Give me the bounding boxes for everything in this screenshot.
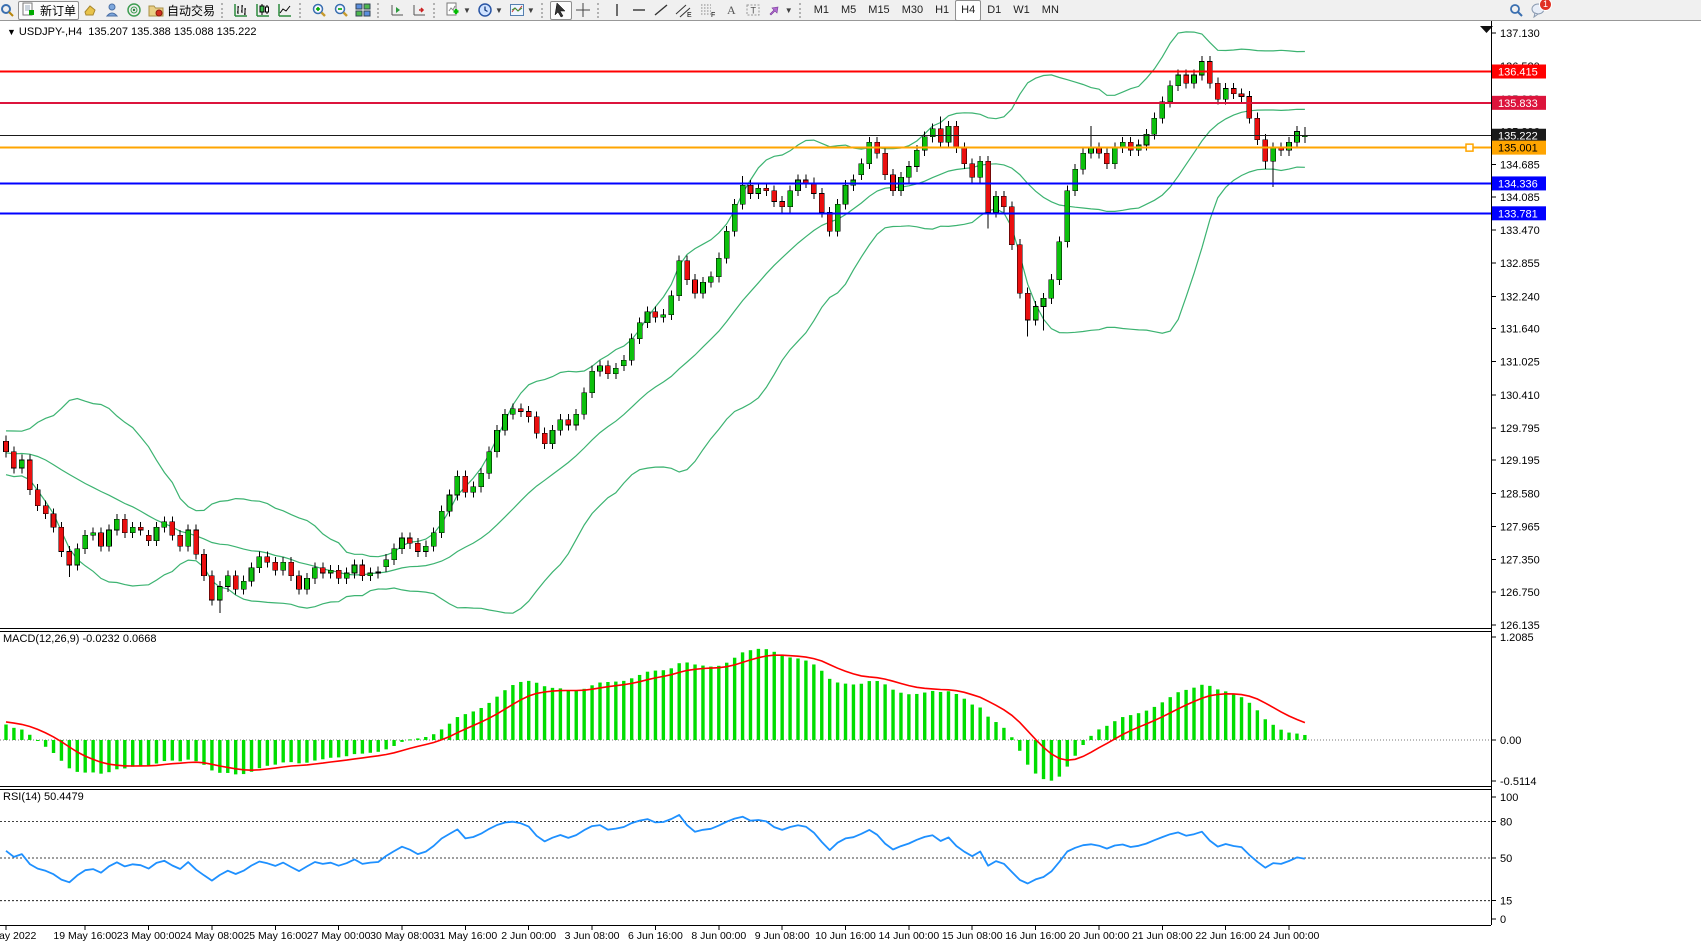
time-axis-label: 30 May 08:00 bbox=[370, 930, 434, 942]
macd-axis-label: -0.5114 bbox=[1500, 776, 1537, 788]
macd-values: -0.0232 0.0668 bbox=[82, 633, 156, 645]
price-tick-label: 132.855 bbox=[1500, 258, 1540, 270]
ohlc-values: 135.207 135.388 135.088 135.222 bbox=[88, 26, 256, 38]
time-axis-label: 24 Jun 00:00 bbox=[1259, 930, 1320, 942]
macd-name: MACD(12,26,9) bbox=[3, 633, 79, 645]
collapse-arrow-icon[interactable]: ▼ bbox=[7, 27, 16, 37]
time-axis-label: 15 Jun 08:00 bbox=[942, 930, 1003, 942]
price-tick-label: 137.130 bbox=[1500, 28, 1540, 40]
rsi-pane bbox=[0, 815, 1491, 901]
chart-surface[interactable]: 137.130136.520135.908135.296134.685134.0… bbox=[0, 0, 1701, 942]
price-tick-label: 127.350 bbox=[1500, 555, 1540, 567]
time-axis-label: 9 Jun 08:00 bbox=[755, 930, 810, 942]
candles bbox=[4, 56, 1308, 613]
macd-pane bbox=[0, 649, 1491, 781]
time-axis-label: 31 May 16:00 bbox=[434, 930, 498, 942]
rsi-value: 50.4479 bbox=[44, 791, 84, 803]
price-tick-label: 132.240 bbox=[1500, 291, 1540, 303]
time-axis[interactable]: 18 May 2022 19 May 16:0023 May 00:0024 Ma… bbox=[0, 925, 1320, 942]
time-axis-label: 8 Jun 00:00 bbox=[691, 930, 746, 942]
symbol-ohlc-line: ▼USDJPY-,H4 135.207 135.388 135.088 135.… bbox=[7, 26, 256, 38]
macd-axis-label: 1.2085 bbox=[1500, 632, 1534, 644]
price-badge-135.001: 135.001 bbox=[1492, 141, 1546, 155]
rsi-line bbox=[6, 815, 1305, 884]
price-tick-label: 128.580 bbox=[1500, 488, 1540, 500]
time-axis-label: 16 Jun 16:00 bbox=[1005, 930, 1066, 942]
svg-text:136.415: 136.415 bbox=[1498, 66, 1538, 78]
main-price-pane bbox=[4, 32, 1308, 613]
price-badge-134.336: 134.336 bbox=[1492, 176, 1546, 190]
price-tick-label: 129.795 bbox=[1500, 423, 1540, 435]
svg-text:133.781: 133.781 bbox=[1498, 208, 1538, 220]
time-axis-label: 2 Jun 00:00 bbox=[501, 930, 556, 942]
time-axis-label: 23 May 00:00 bbox=[117, 930, 181, 942]
price-tick-label: 134.685 bbox=[1500, 160, 1540, 172]
bollinger-upper-band bbox=[6, 32, 1305, 557]
time-axis-label: 27 May 00:00 bbox=[307, 930, 371, 942]
price-tick-label: 130.410 bbox=[1500, 390, 1540, 402]
svg-text:135.833: 135.833 bbox=[1498, 98, 1538, 110]
svg-text:134.336: 134.336 bbox=[1498, 178, 1538, 190]
price-tick-label: 131.640 bbox=[1500, 324, 1540, 336]
price-badge-135.833: 135.833 bbox=[1492, 96, 1546, 110]
bollinger-lower-band bbox=[6, 167, 1305, 613]
time-axis-label: 14 Jun 00:00 bbox=[879, 930, 940, 942]
time-axis-label: 10 Jun 16:00 bbox=[815, 930, 876, 942]
time-axis-label: 19 May 16:00 bbox=[53, 930, 117, 942]
price-tick-label: 127.965 bbox=[1500, 521, 1540, 533]
rsi-indicator-label: RSI(14) 50.4479 bbox=[3, 791, 84, 803]
rsi-axis-label: 50 bbox=[1500, 853, 1512, 865]
time-axis-label: 21 Jun 08:00 bbox=[1132, 930, 1193, 942]
macd-indicator-label: MACD(12,26,9) -0.0232 0.0668 bbox=[3, 633, 157, 645]
terminal-window: 新订单 自动交易 bbox=[0, 0, 1701, 942]
price-tick-label: 126.135 bbox=[1500, 620, 1540, 632]
time-axis-label: 22 Jun 16:00 bbox=[1195, 930, 1256, 942]
rsi-axis-label: 80 bbox=[1500, 816, 1512, 828]
time-axis-label: 18 May 2022 bbox=[0, 930, 37, 942]
time-axis-label: 25 May 16:00 bbox=[243, 930, 307, 942]
symbol-title: USDJPY-,H4 bbox=[19, 26, 82, 38]
price-axis[interactable]: 137.130136.520135.908135.296134.685134.0… bbox=[1491, 28, 1546, 926]
price-tick-label: 129.195 bbox=[1500, 455, 1540, 467]
hline-handle[interactable] bbox=[1466, 144, 1473, 151]
bollinger-middle-band bbox=[6, 109, 1305, 575]
price-tick-label: 133.470 bbox=[1500, 225, 1540, 237]
price-tick-label: 134.085 bbox=[1500, 192, 1540, 204]
price-badge-133.781: 133.781 bbox=[1492, 206, 1546, 220]
price-tick-label: 131.025 bbox=[1500, 357, 1540, 369]
rsi-axis-label: 100 bbox=[1500, 792, 1518, 804]
time-axis-label: 24 May 08:00 bbox=[180, 930, 244, 942]
macd-axis-label: 0.00 bbox=[1500, 735, 1521, 747]
time-axis-label: 6 Jun 16:00 bbox=[628, 930, 683, 942]
time-axis-label: 3 Jun 08:00 bbox=[565, 930, 620, 942]
rsi-name: RSI(14) bbox=[3, 791, 41, 803]
rsi-axis-label: 0 bbox=[1500, 914, 1506, 926]
price-badge-136.415: 136.415 bbox=[1492, 64, 1546, 78]
time-axis-label: 20 Jun 00:00 bbox=[1069, 930, 1130, 942]
rsi-axis-label: 15 bbox=[1500, 896, 1512, 908]
price-tick-label: 126.750 bbox=[1500, 587, 1540, 599]
svg-text:135.001: 135.001 bbox=[1498, 143, 1538, 155]
